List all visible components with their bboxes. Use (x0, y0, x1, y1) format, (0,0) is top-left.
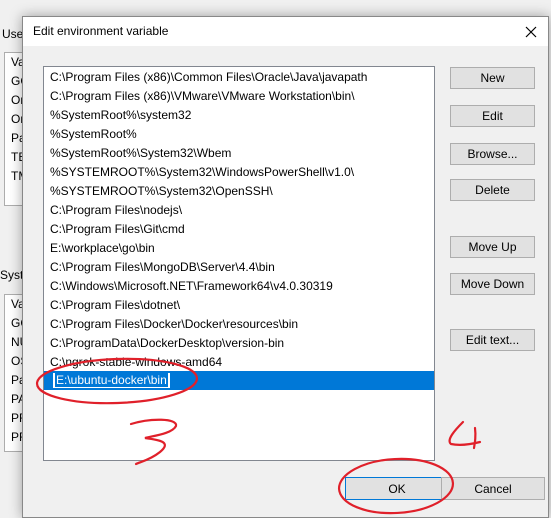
edit-environment-variable-dialog: Edit environment variable C:\Program Fil… (22, 16, 549, 518)
dialog-title: Edit environment variable (33, 24, 169, 38)
path-edit-input[interactable]: E:\ubuntu-docker\bin (52, 372, 171, 389)
path-row[interactable]: %SYSTEMROOT%\System32\OpenSSH\ (44, 182, 434, 201)
path-row[interactable]: %SystemRoot%\System32\Wbem (44, 144, 434, 163)
path-row[interactable]: C:\Program Files (x86)\Common Files\Orac… (44, 68, 434, 87)
path-row[interactable]: C:\Program Files\dotnet\ (44, 296, 434, 315)
move-down-button[interactable]: Move Down (450, 273, 535, 295)
close-button[interactable] (514, 17, 548, 46)
path-row-editing[interactable]: E:\ubuntu-docker\bin (44, 371, 434, 390)
cancel-button[interactable]: Cancel (441, 477, 545, 500)
ok-button[interactable]: OK (345, 477, 449, 500)
path-list[interactable]: C:\Program Files (x86)\Common Files\Orac… (43, 66, 435, 461)
path-row[interactable]: C:\Program Files\Git\cmd (44, 220, 434, 239)
path-row[interactable]: %SYSTEMROOT%\System32\WindowsPowerShell\… (44, 163, 434, 182)
move-up-button[interactable]: Move Up (450, 236, 535, 258)
path-row[interactable]: C:\ProgramData\DockerDesktop\version-bin (44, 334, 434, 353)
path-row[interactable]: C:\Program Files\MongoDB\Server\4.4\bin (44, 258, 434, 277)
path-row[interactable]: %SystemRoot%\system32 (44, 106, 434, 125)
edit-text-button[interactable]: Edit text... (450, 329, 535, 351)
title-bar[interactable]: Edit environment variable (23, 17, 548, 46)
path-row[interactable]: C:\Program Files (x86)\VMware\VMware Wor… (44, 87, 434, 106)
path-row[interactable]: C:\Windows\Microsoft.NET\Framework64\v4.… (44, 277, 434, 296)
path-row[interactable]: E:\workplace\go\bin (44, 239, 434, 258)
delete-button[interactable]: Delete (450, 179, 535, 201)
path-row[interactable]: C:\Program Files\Docker\Docker\resources… (44, 315, 434, 334)
path-row[interactable]: C:\Program Files\nodejs\ (44, 201, 434, 220)
close-icon (525, 26, 537, 37)
path-row[interactable]: %SystemRoot% (44, 125, 434, 144)
new-button[interactable]: New (450, 67, 535, 89)
browse-button[interactable]: Browse... (450, 143, 535, 165)
edit-button[interactable]: Edit (450, 105, 535, 127)
path-row[interactable]: C:\ngrok-stable-windows-amd64 (44, 353, 434, 372)
path-edit-value[interactable]: E:\ubuntu-docker\bin (55, 373, 168, 387)
